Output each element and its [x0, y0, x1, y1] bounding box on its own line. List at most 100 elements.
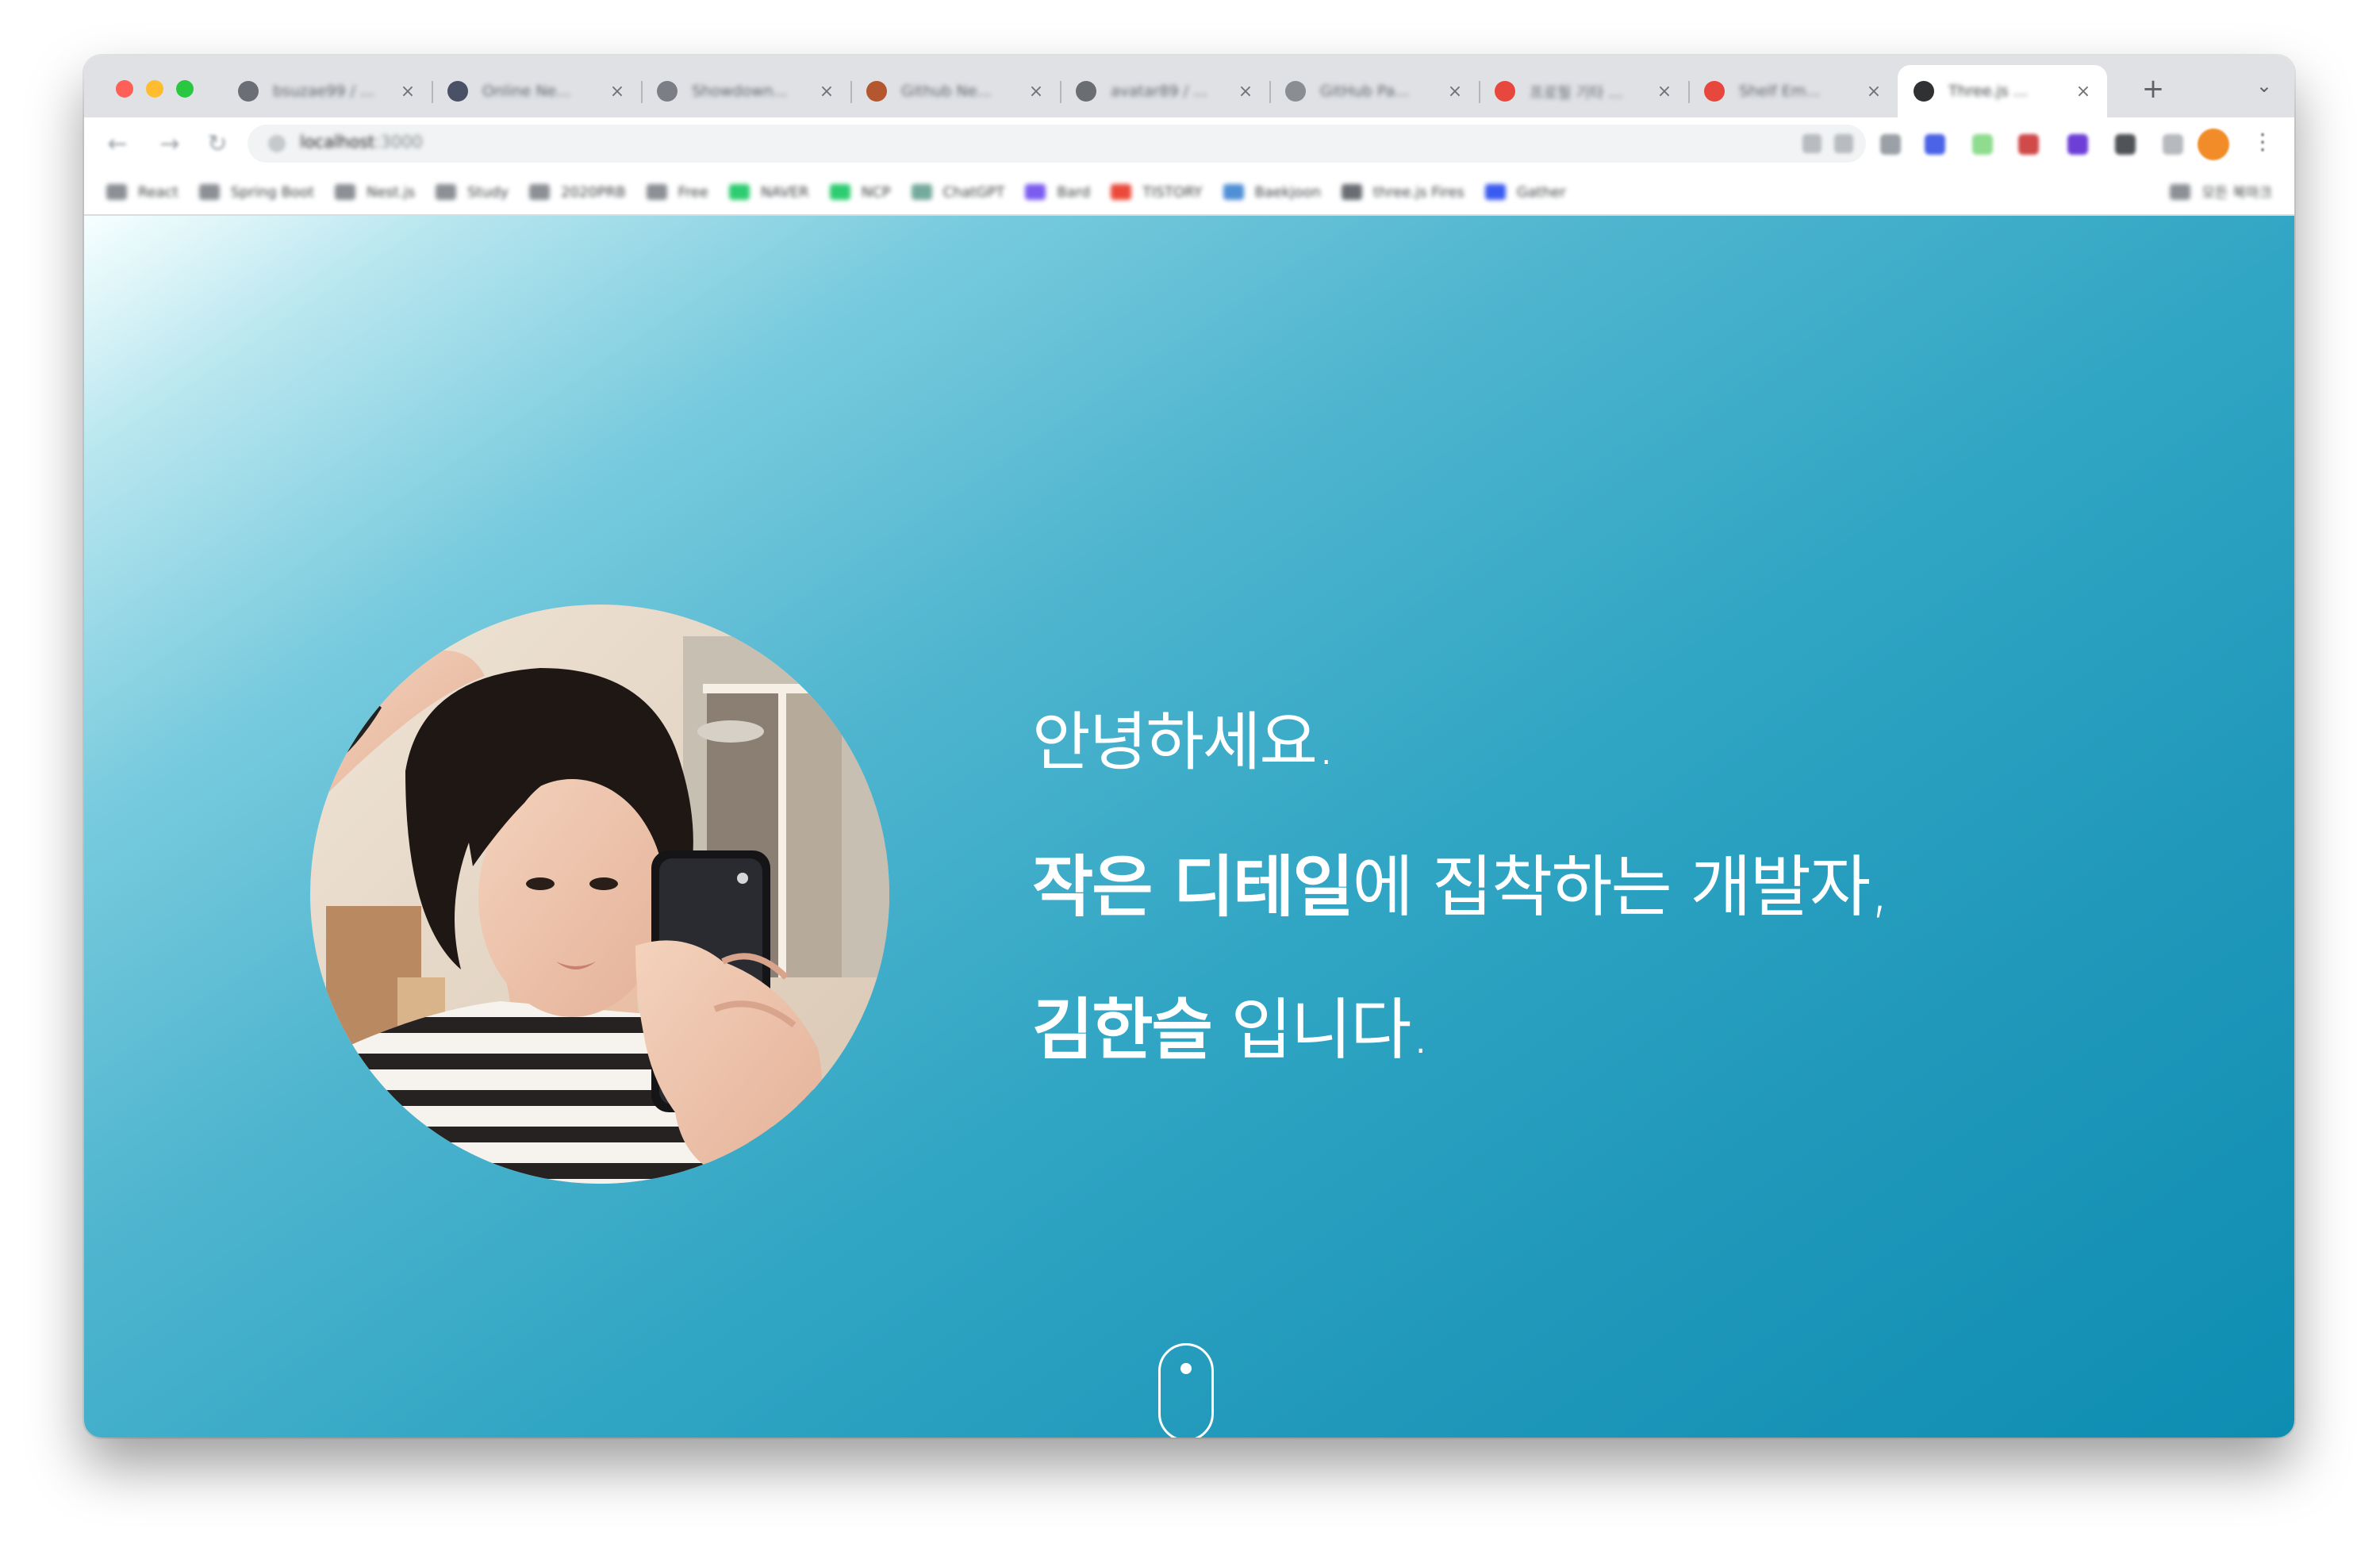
forward-icon[interactable]: →: [155, 130, 184, 159]
browser-tab[interactable]: bsuzae99 / ... ×: [222, 65, 432, 117]
address-bar[interactable]: localhost:3000: [248, 125, 1866, 163]
bookmark-label: NAVER: [760, 183, 809, 201]
bookmark-icon: [1025, 184, 1046, 200]
extension-icon[interactable]: [2115, 134, 2136, 155]
bookmark-icon: [198, 184, 220, 200]
bookmark-item[interactable]: NAVER: [728, 179, 809, 205]
bookmark-icon: [1341, 184, 1362, 200]
tab-close-icon[interactable]: ×: [819, 82, 835, 102]
reload-icon[interactable]: ↻: [203, 130, 232, 159]
bookmark-icon: [1111, 184, 1132, 200]
extension-icon[interactable]: [1880, 134, 1901, 155]
tab-favicon-icon: [1914, 81, 1934, 102]
bookmark-icon: [728, 184, 750, 200]
tab-favicon-icon: [1285, 81, 1306, 102]
site-info-icon[interactable]: [268, 135, 286, 152]
bookmark-icon: [829, 184, 850, 200]
bookmark-item[interactable]: Study: [436, 179, 509, 205]
hero-section: 안녕하세요. 작은 디테일에 집착하는 개발자, 김한슬 입니다.: [84, 216, 2294, 1438]
bookmark-item[interactable]: ChatGPT: [911, 179, 1005, 205]
browser-window: bsuzae99 / ... × Online Ne... × Showdown... ×…: [84, 56, 2294, 1438]
share-icon[interactable]: [1802, 134, 1821, 153]
bookmark-label: Study: [467, 183, 509, 201]
scroll-down-mouse-icon[interactable]: [1158, 1343, 1214, 1438]
extension-icon[interactable]: [1972, 134, 1993, 155]
bookmark-item[interactable]: NCP: [829, 179, 891, 205]
bookmark-item[interactable]: Free: [646, 179, 708, 205]
tab-title: GitHub Pa...: [1320, 83, 1410, 100]
close-window-button[interactable]: [116, 80, 133, 98]
name-suffix: 입니다.: [1211, 991, 1432, 1069]
tab-title: Showdown...: [692, 83, 788, 100]
extension-icon[interactable]: [2018, 134, 2039, 155]
tab-list: bsuzae99 / ... × Online Ne... × Showdown... ×…: [222, 65, 2107, 117]
tab-close-icon[interactable]: ×: [1238, 82, 1253, 102]
bookmark-item[interactable]: React: [106, 179, 178, 205]
bookmark-item[interactable]: 2020PRB: [529, 179, 626, 205]
zoom-window-button[interactable]: [176, 80, 194, 98]
new-tab-button[interactable]: +: [2136, 71, 2171, 106]
bookmark-label: Gather: [1516, 183, 1566, 201]
bookmark-item[interactable]: Gather: [1484, 179, 1566, 205]
minimize-window-button[interactable]: [146, 80, 163, 98]
profile-avatar[interactable]: [2198, 129, 2229, 160]
all-bookmarks[interactable]: 모든 북마크: [2170, 179, 2272, 205]
browser-tab[interactable]: Three.js ... ×: [1898, 65, 2107, 117]
url-text[interactable]: localhost:3000: [300, 132, 423, 152]
tab-close-icon[interactable]: ×: [1447, 82, 1463, 102]
intro-text: 안녕하세요. 작은 디테일에 집착하는 개발자, 김한슬 입니다.: [1032, 687, 1891, 1101]
bookmark-label: three.js Fires: [1372, 183, 1464, 201]
bookmark-label: Bard: [1057, 183, 1091, 201]
bookmark-item[interactable]: Baekjoon: [1223, 179, 1321, 205]
bookmark-label: Free: [678, 183, 708, 201]
developer-name: 김한슬: [1032, 991, 1213, 1069]
browser-tab[interactable]: avatar89 / ... ×: [1060, 65, 1269, 117]
tab-title: Three.js ...: [1948, 83, 2028, 100]
bookmark-item[interactable]: Nest.js: [335, 179, 415, 205]
side-panel-icon[interactable]: [2163, 134, 2183, 155]
tab-favicon-icon: [866, 81, 887, 102]
tab-favicon-icon: [1495, 81, 1515, 102]
toolbar: ← → ↻ localhost:3000 ⋮: [84, 117, 2294, 170]
bookmark-icon: [335, 184, 356, 200]
tab-title: Online Ne...: [482, 83, 571, 100]
browser-tab[interactable]: GitHub Pa... ×: [1269, 65, 1479, 117]
bookmark-label: Baekjoon: [1254, 183, 1321, 201]
tab-close-icon[interactable]: ×: [400, 82, 416, 102]
tab-title: avatar89 / ...: [1111, 83, 1208, 100]
tagline-rest: 에 집착하는 개발자,: [1352, 848, 1891, 926]
bookmark-item[interactable]: three.js Fires: [1341, 179, 1464, 205]
menu-kebab-icon[interactable]: ⋮: [2251, 130, 2274, 159]
bookmark-label: React: [138, 183, 178, 201]
browser-tab[interactable]: Online Ne... ×: [432, 65, 641, 117]
browser-tab[interactable]: Github Ne... ×: [850, 65, 1060, 117]
bookmark-item[interactable]: Spring Boot: [198, 179, 314, 205]
tab-close-icon[interactable]: ×: [1028, 82, 1044, 102]
bookmark-label: ChatGPT: [942, 183, 1005, 201]
tagline-strong: 작은 디테일: [1032, 848, 1354, 926]
bookmark-icon: [529, 184, 551, 200]
folder-icon: [2170, 184, 2191, 200]
browser-tab[interactable]: Showdown... ×: [641, 65, 850, 117]
tab-close-icon[interactable]: ×: [1656, 82, 1672, 102]
extension-icon[interactable]: [1925, 134, 1945, 155]
bookmark-item[interactable]: TISTORY: [1111, 179, 1203, 205]
extension-icon[interactable]: [2067, 134, 2088, 155]
tab-strip: bsuzae99 / ... × Online Ne... × Showdown... ×…: [84, 56, 2294, 117]
bookmark-icon: [1484, 184, 1506, 200]
greeting-text: 안녕하세요.: [1032, 705, 1336, 779]
tab-title: bsuzae99 / ...: [273, 83, 375, 100]
back-icon[interactable]: ←: [103, 130, 132, 159]
bookmark-icon: [436, 184, 457, 200]
bookmark-item[interactable]: Bard: [1025, 179, 1090, 205]
tab-close-icon[interactable]: ×: [2075, 82, 2091, 102]
browser-tab[interactable]: 프로필 기타 ... ×: [1479, 65, 1688, 117]
tab-close-icon[interactable]: ×: [609, 82, 625, 102]
bookmark-star-icon[interactable]: [1834, 134, 1853, 153]
scroll-wheel-dot: [1180, 1363, 1192, 1374]
tab-close-icon[interactable]: ×: [1866, 82, 1882, 102]
bookmark-label: 2020PRB: [561, 183, 626, 201]
tab-favicon-icon: [657, 81, 678, 102]
tab-search-icon[interactable]: ⌄: [2256, 75, 2272, 97]
browser-tab[interactable]: Shelf Em... ×: [1688, 65, 1898, 117]
